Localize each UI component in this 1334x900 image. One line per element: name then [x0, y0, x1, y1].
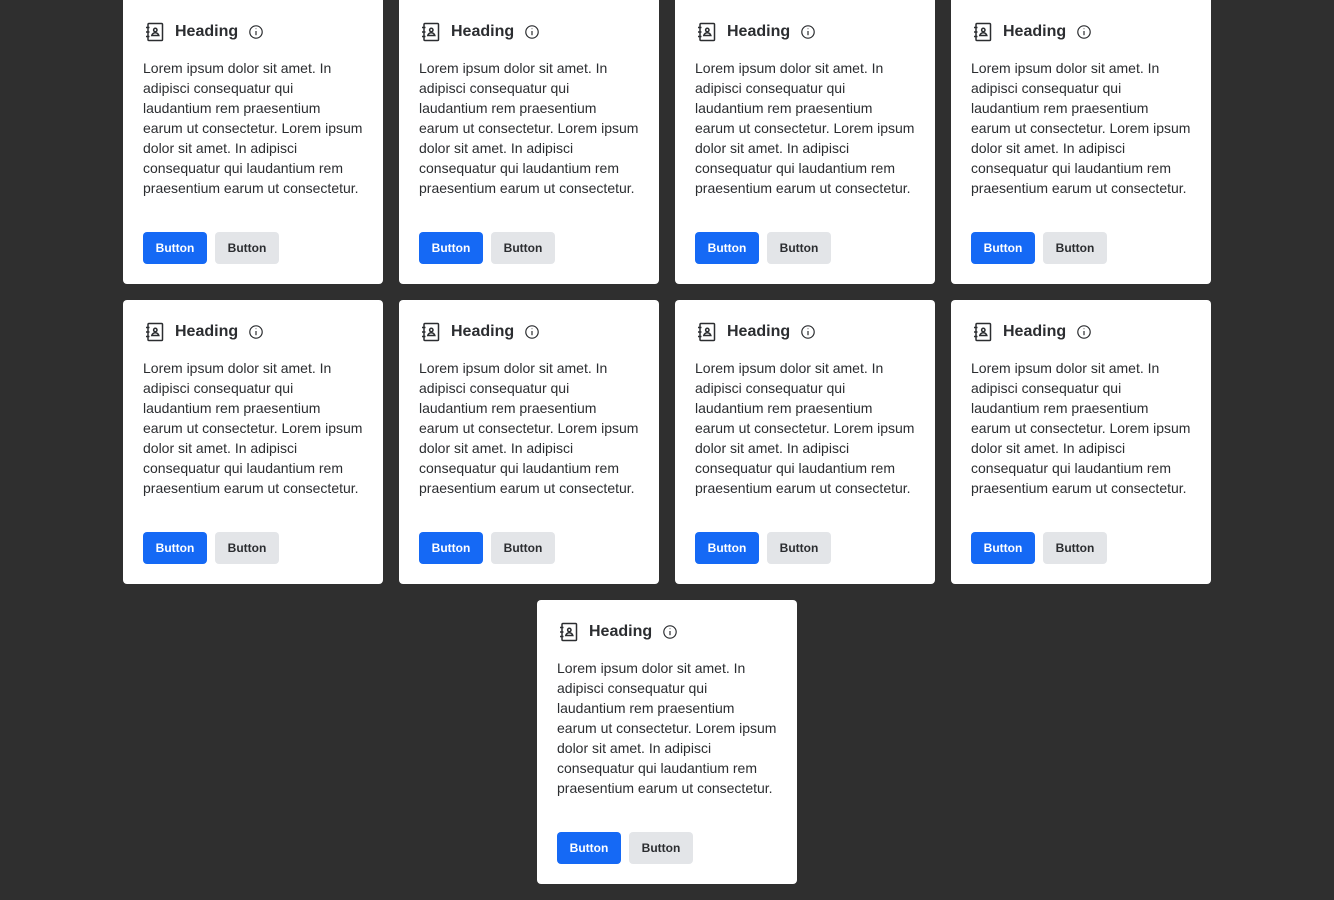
card-heading: Heading [175, 23, 239, 40]
card-heading: Heading [589, 623, 653, 640]
card-actions: Button Button [419, 232, 555, 264]
card-body-text: Lorem ipsum dolor sit amet. In adipisci … [971, 60, 1191, 196]
card-body-text: Lorem ipsum dolor sit amet. In adipisci … [143, 60, 363, 196]
info-icon[interactable] [524, 324, 540, 340]
card: Heading Lorem ipsum dolor sit amet. In a… [399, 0, 659, 284]
card-body-text: Lorem ipsum dolor sit amet. In adipisci … [419, 360, 639, 496]
card-actions: Button Button [419, 532, 555, 564]
primary-button[interactable]: Button [695, 532, 759, 564]
primary-button[interactable]: Button [695, 232, 759, 264]
card-heading: Heading [727, 23, 791, 40]
card-header: Heading [971, 320, 1191, 344]
card-header: Heading [419, 320, 639, 344]
info-icon[interactable] [248, 324, 264, 340]
card-header: Heading [143, 20, 363, 44]
info-icon[interactable] [800, 324, 816, 340]
card-grid: Heading Lorem ipsum dolor sit amet. In a… [123, 0, 1211, 884]
card-header: Heading [971, 20, 1191, 44]
primary-button[interactable]: Button [143, 232, 207, 264]
card: Heading Lorem ipsum dolor sit amet. In a… [675, 300, 935, 584]
secondary-button[interactable]: Button [491, 532, 555, 564]
card-heading: Heading [1003, 323, 1067, 340]
card: Heading Lorem ipsum dolor sit amet. In a… [537, 600, 797, 884]
contact-book-icon [557, 620, 581, 644]
card-actions: Button Button [143, 232, 279, 264]
secondary-button[interactable]: Button [767, 232, 831, 264]
card-header: Heading [557, 620, 777, 644]
card-header: Heading [143, 320, 363, 344]
contact-book-icon [419, 320, 443, 344]
secondary-button[interactable]: Button [491, 232, 555, 264]
card-body-text: Lorem ipsum dolor sit amet. In adipisci … [695, 60, 915, 196]
card-header: Heading [695, 320, 915, 344]
contact-book-icon [971, 20, 995, 44]
info-icon[interactable] [248, 24, 264, 40]
primary-button[interactable]: Button [143, 532, 207, 564]
secondary-button[interactable]: Button [767, 532, 831, 564]
info-icon[interactable] [524, 24, 540, 40]
card: Heading Lorem ipsum dolor sit amet. In a… [123, 0, 383, 284]
secondary-button[interactable]: Button [215, 532, 279, 564]
contact-book-icon [695, 20, 719, 44]
primary-button[interactable]: Button [557, 832, 621, 864]
card: Heading Lorem ipsum dolor sit amet. In a… [399, 300, 659, 584]
card-actions: Button Button [143, 532, 279, 564]
card-body-text: Lorem ipsum dolor sit amet. In adipisci … [695, 360, 915, 496]
card: Heading Lorem ipsum dolor sit amet. In a… [951, 300, 1211, 584]
card-heading: Heading [175, 323, 239, 340]
secondary-button[interactable]: Button [1043, 232, 1107, 264]
secondary-button[interactable]: Button [1043, 532, 1107, 564]
contact-book-icon [419, 20, 443, 44]
card-heading: Heading [451, 23, 515, 40]
primary-button[interactable]: Button [419, 532, 483, 564]
info-icon[interactable] [1076, 324, 1092, 340]
contact-book-icon [143, 20, 167, 44]
info-icon[interactable] [800, 24, 816, 40]
secondary-button[interactable]: Button [629, 832, 693, 864]
card-actions: Button Button [557, 832, 693, 864]
primary-button[interactable]: Button [419, 232, 483, 264]
card-body-text: Lorem ipsum dolor sit amet. In adipisci … [971, 360, 1191, 496]
card: Heading Lorem ipsum dolor sit amet. In a… [123, 300, 383, 584]
card-actions: Button Button [695, 532, 831, 564]
card-actions: Button Button [971, 532, 1107, 564]
card-header: Heading [695, 20, 915, 44]
secondary-button[interactable]: Button [215, 232, 279, 264]
info-icon[interactable] [662, 624, 678, 640]
contact-book-icon [143, 320, 167, 344]
info-icon[interactable] [1076, 24, 1092, 40]
card-heading: Heading [1003, 23, 1067, 40]
card: Heading Lorem ipsum dolor sit amet. In a… [675, 0, 935, 284]
card-body-text: Lorem ipsum dolor sit amet. In adipisci … [143, 360, 363, 496]
contact-book-icon [695, 320, 719, 344]
card-actions: Button Button [971, 232, 1107, 264]
card: Heading Lorem ipsum dolor sit amet. In a… [951, 0, 1211, 284]
card-body-text: Lorem ipsum dolor sit amet. In adipisci … [557, 660, 777, 796]
card-heading: Heading [727, 323, 791, 340]
primary-button[interactable]: Button [971, 532, 1035, 564]
contact-book-icon [971, 320, 995, 344]
card-body-text: Lorem ipsum dolor sit amet. In adipisci … [419, 60, 639, 196]
primary-button[interactable]: Button [971, 232, 1035, 264]
card-heading: Heading [451, 323, 515, 340]
card-header: Heading [419, 20, 639, 44]
card-actions: Button Button [695, 232, 831, 264]
